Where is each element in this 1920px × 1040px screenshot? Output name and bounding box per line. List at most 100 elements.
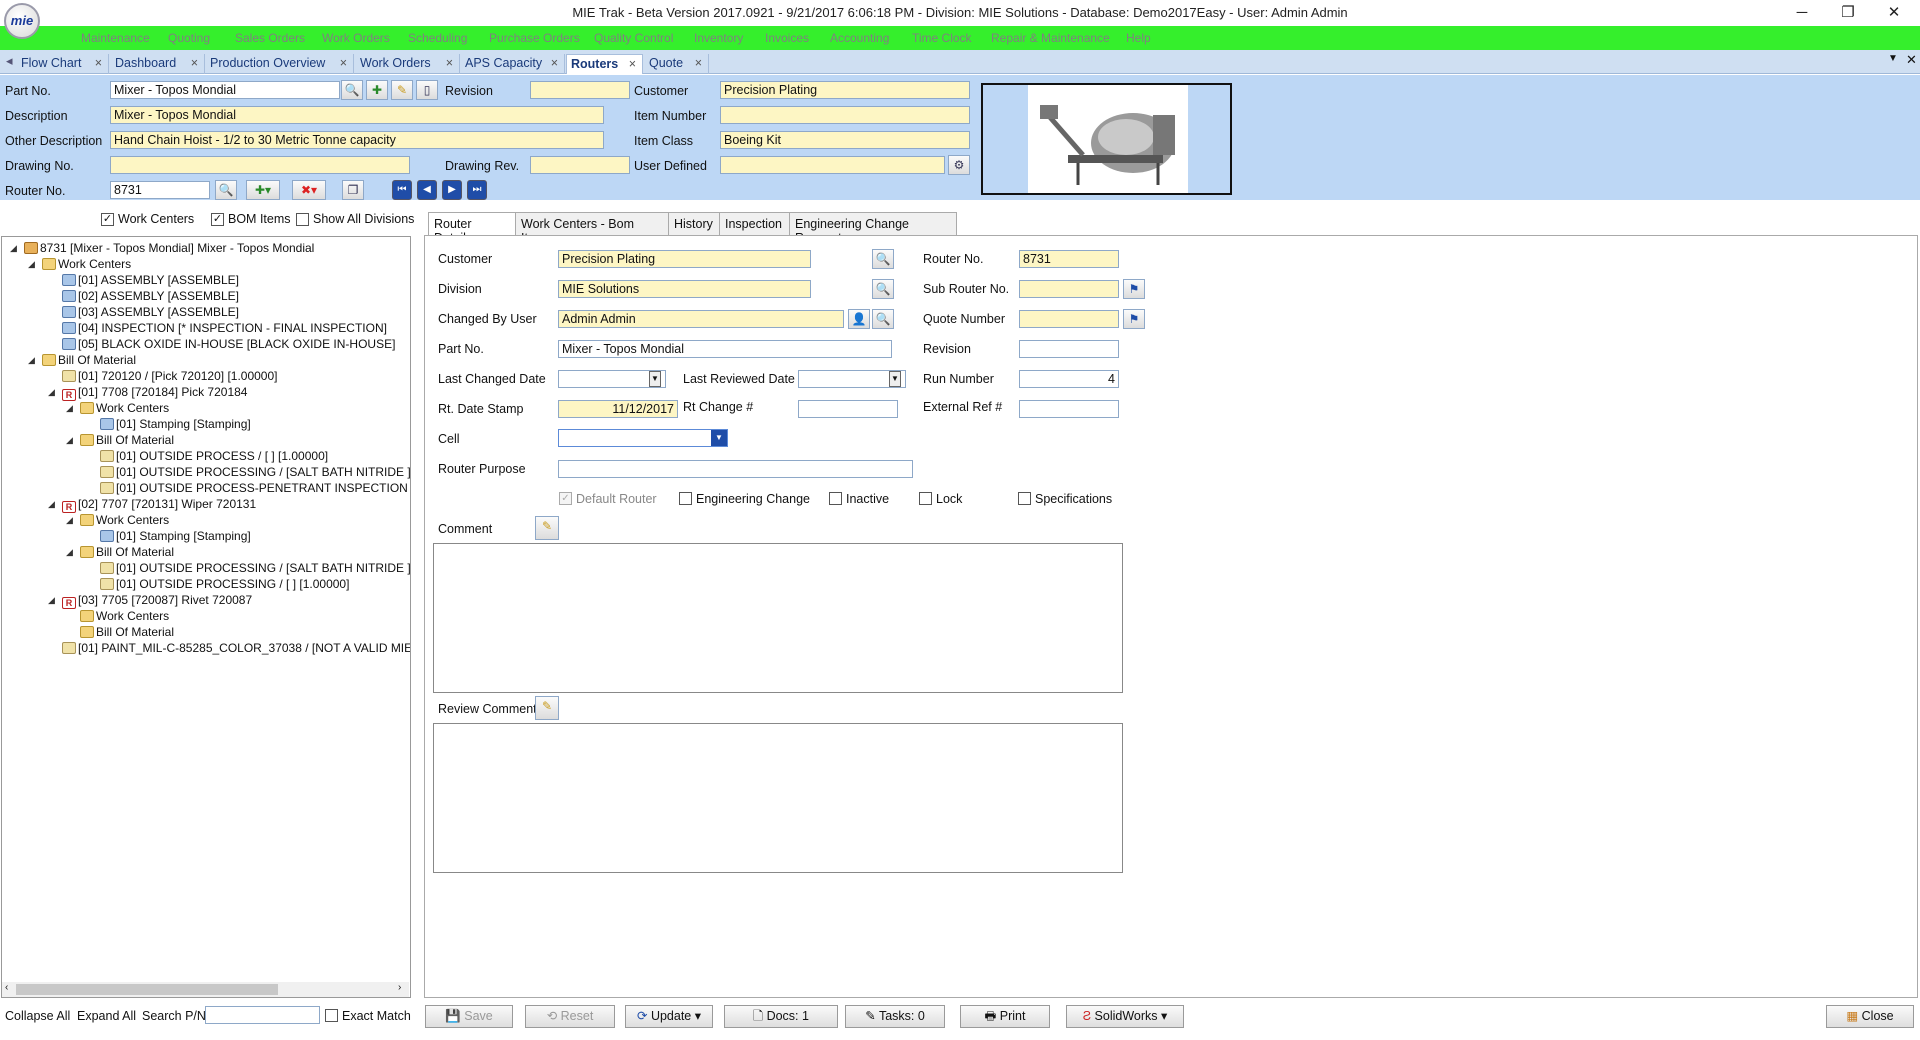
close-all-icon[interactable]: ✕ [1906, 52, 1917, 68]
menu-quoting[interactable]: Quoting [168, 31, 210, 45]
tree-node[interactable]: [04] INSPECTION [* INSPECTION - FINAL IN… [62, 321, 387, 335]
tab-router-details[interactable]: Router Details [428, 212, 516, 245]
expand-toggle-icon[interactable]: ◢ [48, 595, 55, 606]
close-icon[interactable]: × [340, 54, 347, 72]
tree-node[interactable]: [01] Stamping [Stamping] [100, 529, 251, 543]
expand-toggle-icon[interactable]: ◢ [66, 515, 73, 526]
tree-node[interactable]: Work Centers [80, 513, 169, 527]
tasks-button[interactable]: ✎ Tasks: 0 [845, 1005, 945, 1028]
tree-node[interactable]: [01] ASSEMBLY [ASSEMBLE] [62, 273, 239, 287]
close-icon[interactable]: × [551, 54, 558, 72]
expand-toggle-icon[interactable]: ◢ [66, 547, 73, 558]
show-all-divisions-checkbox[interactable] [296, 213, 309, 226]
inactive-checkbox[interactable] [829, 492, 842, 505]
cell-select[interactable] [558, 429, 728, 447]
collapse-all-link[interactable]: Collapse All [5, 1009, 70, 1023]
tree-node[interactable]: Bill Of Material [80, 625, 174, 639]
add-router-button[interactable]: ✚▾ [246, 180, 280, 200]
tree-node[interactable]: Bill Of Material [80, 433, 174, 447]
menu-quality-control[interactable]: Quality Control [594, 31, 673, 45]
tree-node[interactable]: Bill Of Material [42, 353, 136, 367]
tree-node[interactable]: [01] PAINT_MIL-C-85285_COLOR_37038 / [NO… [62, 641, 410, 655]
tab-routers[interactable]: Routers × [566, 54, 643, 74]
flag-icon[interactable]: ⚑ [1123, 279, 1145, 299]
router-purpose-field[interactable] [558, 460, 913, 478]
minimize-button[interactable]: ─ [1780, 2, 1824, 24]
bom-items-checkbox[interactable]: ✓ [211, 213, 224, 226]
tree-horizontal-scrollbar[interactable]: ‹ › [2, 982, 409, 997]
tab-work-orders[interactable]: Work Orders × [356, 54, 460, 74]
maximize-button[interactable]: ❐ [1826, 2, 1870, 24]
expand-toggle-icon[interactable]: ◢ [66, 403, 73, 414]
run-number-field[interactable]: 4 [1019, 370, 1119, 388]
tree-node[interactable]: Bill Of Material [80, 545, 174, 559]
date-dropdown-icon[interactable]: ▼ [649, 371, 661, 387]
review-comment-edit-icon[interactable]: ✎ [535, 696, 559, 720]
revision-field[interactable] [1019, 340, 1119, 358]
close-button[interactable]: ▦ Close [1826, 1005, 1914, 1028]
menu-repair-maintenance[interactable]: Repair & Maintenance [991, 31, 1110, 45]
tab-list-dropdown-icon[interactable]: ▼ [1888, 53, 1898, 64]
drawing-no-field[interactable] [110, 156, 410, 174]
first-record-icon[interactable]: ⏮ [392, 180, 412, 200]
external-ref-field[interactable] [1019, 400, 1119, 418]
tree-node[interactable]: [01] OUTSIDE PROCESS / [ ] [1.00000] [100, 449, 328, 463]
close-icon[interactable]: × [191, 54, 198, 72]
last-record-icon[interactable]: ⏭ [467, 180, 487, 200]
work-centers-checkbox[interactable]: ✓ [101, 213, 114, 226]
item-class-field[interactable]: Boeing Kit [720, 131, 970, 149]
expand-toggle-icon[interactable]: ◢ [28, 259, 35, 270]
tree-node[interactable]: [02] ASSEMBLY [ASSEMBLE] [62, 289, 239, 303]
expand-toggle-icon[interactable]: ◢ [66, 435, 73, 446]
quote-flag-icon[interactable]: ⚑ [1123, 309, 1145, 329]
tree-node[interactable]: [01] Stamping [Stamping] [100, 417, 251, 431]
scrollbar-thumb[interactable] [16, 984, 278, 995]
expand-toggle-icon[interactable]: ◢ [48, 387, 55, 398]
expand-toggle-icon[interactable]: ◢ [48, 499, 55, 510]
add-icon[interactable]: ✚ [366, 80, 388, 100]
router-search-icon[interactable]: 🔍 [215, 180, 237, 200]
drawing-rev-field[interactable] [530, 156, 630, 174]
reset-button[interactable]: ⟲ Reset [525, 1005, 615, 1028]
part-no-field[interactable]: Mixer - Topos Mondial [558, 340, 892, 358]
engineering-change-checkbox[interactable] [679, 492, 692, 505]
changed-by-user-field[interactable]: Admin Admin [558, 310, 844, 328]
close-icon[interactable]: × [695, 54, 702, 72]
close-icon[interactable]: × [629, 55, 636, 73]
part-image[interactable] [981, 83, 1232, 195]
part-no-field[interactable]: Mixer - Topos Mondial [110, 81, 340, 99]
division-search-icon[interactable]: 🔍 [872, 279, 894, 299]
tree-node[interactable]: Work Centers [42, 257, 131, 271]
tab-aps-capacity[interactable]: APS Capacity × [461, 54, 565, 74]
tab-work-centers-bom-items[interactable]: Work Centers - Bom Items [515, 212, 669, 245]
expand-toggle-icon[interactable]: ◢ [10, 243, 17, 254]
tab-dashboard[interactable]: Dashboard × [111, 54, 205, 74]
other-description-field[interactable]: Hand Chain Hoist - 1/2 to 30 Metric Tonn… [110, 131, 604, 149]
revision-field[interactable] [530, 81, 630, 99]
tree-node[interactable]: [03] ASSEMBLY [ASSEMBLE] [62, 305, 239, 319]
exact-match-checkbox[interactable] [325, 1009, 338, 1022]
sub-router-no-field[interactable] [1019, 280, 1119, 298]
mie-logo[interactable]: mie [4, 3, 40, 39]
tree-node[interactable]: Work Centers [80, 401, 169, 415]
description-field[interactable]: Mixer - Topos Mondial [110, 106, 604, 124]
customer-field[interactable]: Precision Plating [558, 250, 811, 268]
menu-purchase-orders[interactable]: Purchase Orders [489, 31, 580, 45]
scroll-right-icon[interactable]: › [398, 982, 401, 993]
delete-router-button[interactable]: ✖▾ [292, 180, 326, 200]
user-defined-field[interactable] [720, 156, 945, 174]
tab-production-overview[interactable]: Production Overview × [206, 54, 354, 74]
router-no-field[interactable]: 8731 [1019, 250, 1119, 268]
specifications-checkbox[interactable] [1018, 492, 1031, 505]
tree-node[interactable]: [01] OUTSIDE PROCESSING / [ ] [1.00000] [100, 577, 349, 591]
expand-toggle-icon[interactable]: ◢ [28, 355, 35, 366]
tab-history[interactable]: History [668, 212, 720, 236]
menu-help[interactable]: Help [1126, 31, 1151, 45]
expand-all-link[interactable]: Expand All [77, 1009, 136, 1023]
scroll-left-icon[interactable]: ‹ [5, 982, 8, 993]
division-field[interactable]: MIE Solutions [558, 280, 811, 298]
save-button[interactable]: 💾 Save [425, 1005, 513, 1028]
router-no-field[interactable]: 8731 [110, 181, 210, 199]
lock-checkbox[interactable] [919, 492, 932, 505]
menu-scheduling[interactable]: Scheduling [408, 31, 467, 45]
